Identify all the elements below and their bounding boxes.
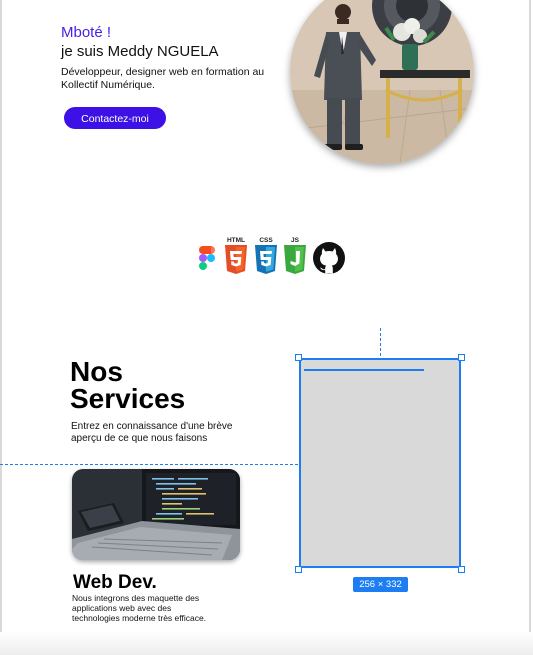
css3-icon: CSS xyxy=(252,236,280,276)
skills-icons: HTML CSS JS xyxy=(196,236,348,276)
hero-tagline: Développeur, designer web en formation a… xyxy=(61,66,265,91)
github-icon xyxy=(313,242,345,274)
js-icon: JS xyxy=(281,236,309,276)
services-title-line2: Services xyxy=(70,383,186,414)
resize-handle-bottom-left[interactable] xyxy=(295,566,302,573)
css-label: CSS xyxy=(259,237,273,244)
resize-handle-bottom-right[interactable] xyxy=(458,566,465,573)
hero-name: je suis Meddy NGUELA xyxy=(61,43,219,60)
selection-size-badge: 256 × 332 xyxy=(353,577,408,592)
selected-frame[interactable] xyxy=(299,358,461,568)
hero-greeting: Mboté ! xyxy=(61,24,112,41)
contact-button[interactable]: Contactez-moi xyxy=(64,107,166,129)
alignment-guide-horizontal xyxy=(0,464,298,465)
webdev-title: Web Dev. xyxy=(73,572,157,593)
services-heading: Nos Services xyxy=(70,356,186,414)
placeholder-line xyxy=(304,369,424,371)
resize-handle-top-left[interactable] xyxy=(295,354,302,361)
profile-photo xyxy=(290,0,474,164)
html5-icon: HTML xyxy=(222,236,250,276)
services-title-line1: Nos xyxy=(70,356,123,387)
webdev-description: Nous integrons des maquette des applicat… xyxy=(72,593,207,624)
js-label: JS xyxy=(291,237,300,244)
alignment-guide-vertical xyxy=(380,328,381,356)
figma-icon xyxy=(199,246,215,270)
laptop-photo xyxy=(72,469,240,560)
services-description: Entrez en connaissance d'une brève aperç… xyxy=(71,421,233,444)
frame-edge-left xyxy=(0,0,2,655)
frame-edge-bottom xyxy=(0,632,533,655)
frame-edge-right xyxy=(529,0,531,655)
html-label: HTML xyxy=(227,237,245,244)
resize-handle-top-right[interactable] xyxy=(458,354,465,361)
